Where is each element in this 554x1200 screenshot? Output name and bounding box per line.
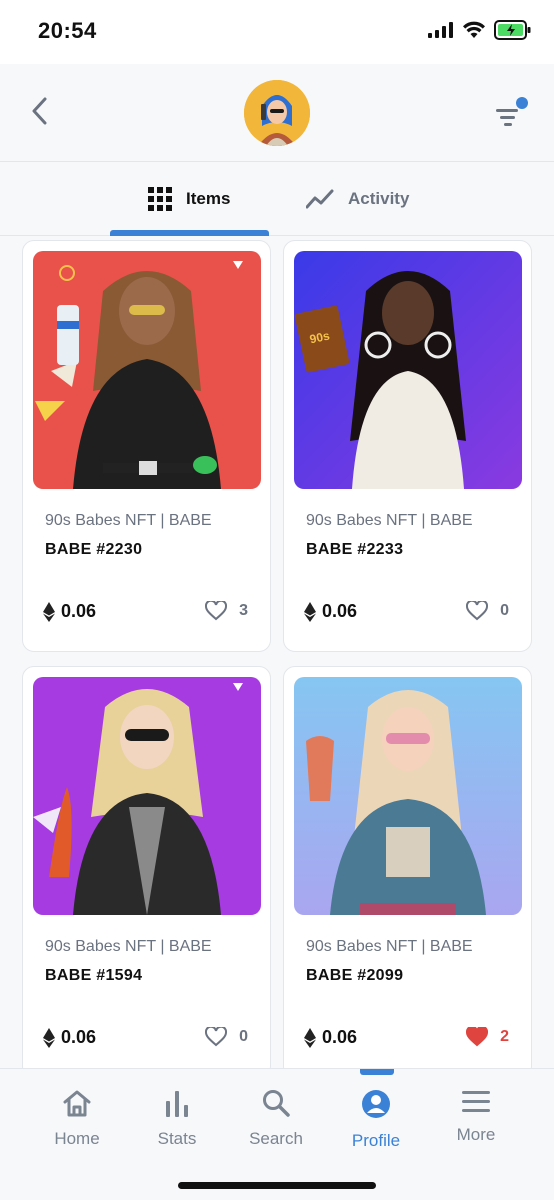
wifi-icon [463, 21, 485, 38]
nft-card[interactable]: 90s 90s Babes NFT | BABE BABE #2233 0.06… [283, 240, 532, 652]
like-count: 3 [239, 602, 248, 619]
like-count: 0 [239, 1028, 248, 1045]
filter-button[interactable] [494, 96, 530, 130]
nft-artwork: 90s [294, 251, 522, 489]
tab-items-label: Items [186, 189, 231, 208]
price-value: 0.06 [322, 1027, 358, 1047]
tab-activity-label: Activity [348, 189, 410, 208]
activity-icon [306, 189, 334, 209]
heart-outline-icon [205, 601, 228, 621]
item-name: BABE #2099 [306, 967, 404, 984]
item-price: 0.06 [304, 601, 357, 622]
home-icon [63, 1090, 91, 1117]
nav-profile-label: Profile [351, 1131, 401, 1150]
filter-icon [496, 97, 528, 126]
nav-search-label: Search [249, 1129, 303, 1148]
battery-icon [494, 20, 531, 40]
item-name: BABE #1594 [45, 967, 143, 984]
back-button[interactable] [22, 94, 56, 128]
avatar[interactable] [244, 80, 310, 146]
nft-image: 90s [294, 251, 522, 489]
ethereum-icon [304, 1027, 316, 1048]
collection-name: 90s Babes NFT | BABE [45, 938, 212, 955]
nav-home[interactable]: Home [27, 1069, 127, 1159]
nav-more[interactable]: More [426, 1069, 526, 1159]
stats-icon [166, 1091, 188, 1117]
item-price: 0.06 [43, 601, 96, 622]
like-count: 0 [500, 602, 509, 619]
tab-items[interactable]: Items [148, 162, 230, 236]
item-name: BABE #2230 [45, 541, 143, 558]
collection-name: 90s Babes NFT | BABE [45, 512, 212, 529]
ethereum-icon [304, 601, 316, 622]
ethereum-icon [43, 601, 55, 622]
tab-activity[interactable]: Activity [306, 162, 409, 236]
price-value: 0.06 [61, 1027, 97, 1047]
like-button[interactable]: 0 [466, 601, 509, 621]
like-button[interactable]: 0 [205, 1027, 248, 1047]
nft-artwork [294, 677, 522, 915]
nft-artwork [33, 251, 261, 489]
avatar-image [244, 80, 310, 146]
nft-image [33, 251, 261, 489]
signal-icon [428, 22, 453, 38]
like-count: 2 [500, 1028, 509, 1045]
search-icon [263, 1090, 290, 1117]
nft-card[interactable]: 90s Babes NFT | BABE BABE #1594 0.06 0 [22, 666, 271, 1068]
nav-search[interactable]: Search [226, 1069, 326, 1159]
price-value: 0.06 [61, 601, 97, 621]
nft-image [33, 677, 261, 915]
nft-card[interactable]: 90s Babes NFT | BABE BABE #2099 0.06 2 [283, 666, 532, 1068]
like-button[interactable]: 2 [466, 1027, 509, 1047]
nav-profile[interactable]: Profile [326, 1069, 426, 1159]
like-button[interactable]: 3 [205, 601, 248, 621]
header [0, 64, 554, 162]
collection-name: 90s Babes NFT | BABE [306, 512, 473, 529]
nav-stats[interactable]: Stats [127, 1069, 227, 1159]
ethereum-icon [43, 1027, 55, 1048]
nft-card[interactable]: 90s Babes NFT | BABE BABE #2230 0.06 3 [22, 240, 271, 652]
status-icons [428, 20, 532, 40]
home-indicator [178, 1182, 376, 1189]
heart-outline-icon [466, 601, 489, 621]
menu-icon [462, 1091, 490, 1112]
nft-artwork [33, 677, 261, 915]
nav-home-label: Home [54, 1129, 100, 1148]
nft-image [294, 677, 522, 915]
heart-filled-icon [466, 1027, 489, 1047]
status-bar: 20:54 [0, 0, 554, 64]
price-value: 0.06 [322, 601, 358, 621]
tab-bar: Items Activity [0, 162, 554, 236]
collection-name: 90s Babes NFT | BABE [306, 938, 473, 955]
profile-icon [362, 1090, 390, 1118]
item-price: 0.06 [304, 1027, 357, 1048]
status-time: 20:54 [38, 18, 97, 43]
items-grid: 90s Babes NFT | BABE BABE #2230 0.06 3 9… [0, 236, 554, 1068]
item-price: 0.06 [43, 1027, 96, 1048]
nav-stats-label: Stats [157, 1129, 197, 1148]
chevron-left-icon [32, 97, 47, 125]
nav-more-label: More [456, 1125, 496, 1144]
item-name: BABE #2233 [306, 541, 404, 558]
bottom-nav: Home Stats Search Profile More [0, 1068, 554, 1200]
grid-icon [148, 187, 172, 211]
heart-outline-icon [205, 1027, 228, 1047]
